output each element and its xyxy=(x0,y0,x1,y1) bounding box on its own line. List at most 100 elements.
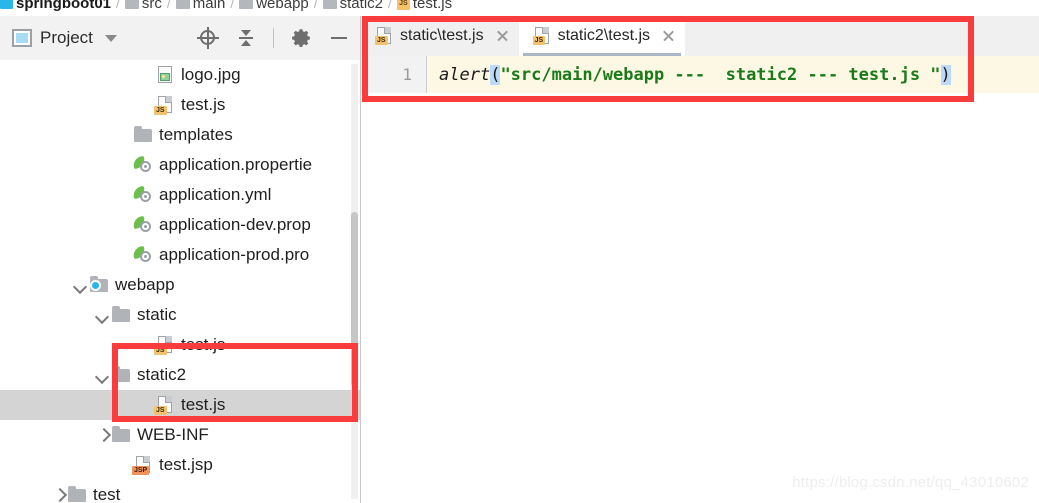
tree-item-label: application.propertie xyxy=(159,155,313,174)
breadcrumb-separator: / xyxy=(166,0,171,11)
tree-item-label: test.js xyxy=(181,395,226,414)
tree-item-test-js[interactable]: JS test.js xyxy=(0,90,360,120)
tree-item-label: test.js xyxy=(181,335,226,354)
tree-item-test-js[interactable]: JS test.js xyxy=(0,390,360,420)
breadcrumb-separator: / xyxy=(313,0,318,11)
folder-icon xyxy=(175,0,190,9)
code-line[interactable]: alert("src/main/webapp --- static2 --- t… xyxy=(427,56,1039,93)
tree-item-icon xyxy=(88,275,110,295)
folder-icon xyxy=(68,486,86,502)
tree-item-icon: JSP xyxy=(132,455,154,475)
gear-icon[interactable] xyxy=(290,27,312,49)
close-icon[interactable] xyxy=(495,29,509,43)
tree-item-label: test xyxy=(93,485,121,503)
tree-item-label: test.jsp xyxy=(159,455,213,474)
project-view-selector[interactable]: Project xyxy=(12,28,117,48)
tree-item-application-yml[interactable]: application.yml xyxy=(0,180,360,210)
js-badge: JS xyxy=(154,106,167,115)
breadcrumb-separator: / xyxy=(116,0,120,11)
breadcrumb-label: src xyxy=(141,0,162,12)
tree-item-application-dev-prop[interactable]: application-dev.prop xyxy=(0,210,360,240)
breadcrumb-label: main xyxy=(192,0,226,12)
tree-arrow-placeholder xyxy=(140,68,154,82)
breadcrumb-separator: / xyxy=(388,0,392,11)
tree-item-icon xyxy=(131,215,154,235)
tree-item-application-propertie[interactable]: application.propertie xyxy=(0,150,360,180)
breadcrumb-label: test.js xyxy=(412,0,453,12)
tree-item-test-js[interactable]: JS test.js xyxy=(0,330,360,360)
tree-item-icon xyxy=(110,425,132,445)
breadcrumb-item-webapp[interactable]: webapp xyxy=(239,0,309,12)
breadcrumb-item-module[interactable]: springboot01 xyxy=(0,0,111,12)
tree-item-label: application.yml xyxy=(159,185,272,204)
tree-item-test[interactable]: test xyxy=(0,480,360,503)
editor-tab-0[interactable]: JS static\test.js xyxy=(361,16,519,56)
tree-item-static[interactable]: static xyxy=(0,300,360,330)
tree-item-label: test.js xyxy=(181,95,226,114)
code-token-open-paren: ( xyxy=(490,64,501,85)
tree-item-test-jsp[interactable]: JSP test.jsp xyxy=(0,450,360,480)
watermark-text: https://blog.csdn.net/qq_43010602 xyxy=(792,474,1029,491)
web-folder-icon xyxy=(90,276,108,292)
project-panel: Project logo.jpg JS test.js templates ap… xyxy=(0,16,361,503)
js-file-icon: JS xyxy=(396,0,410,10)
tree-arrow-placeholder xyxy=(140,398,154,412)
tree-item-label: application-prod.pro xyxy=(159,245,310,264)
tree-item-web-inf[interactable]: WEB-INF xyxy=(0,420,360,450)
tree-item-icon xyxy=(131,185,154,205)
tree-arrow-placeholder xyxy=(118,158,132,172)
close-icon[interactable] xyxy=(661,29,675,43)
minimize-icon[interactable] xyxy=(328,27,350,49)
breadcrumb-item-src[interactable]: src xyxy=(124,0,162,12)
spring-file-icon xyxy=(131,155,153,173)
panel-title: Project xyxy=(40,28,93,47)
tree-arrow-placeholder xyxy=(140,338,154,352)
tree-item-static2[interactable]: static2 xyxy=(0,360,360,390)
editor-area: JS static\test.js JS static2\test.js 1 aler… xyxy=(361,16,1039,503)
folder-icon xyxy=(322,0,337,9)
editor-tab-1[interactable]: JS static2\test.js xyxy=(518,16,686,56)
tree-item-application-prod-pro[interactable]: application-prod.pro xyxy=(0,240,360,270)
chevron-right-icon[interactable] xyxy=(96,428,110,442)
js-badge: JS xyxy=(154,346,167,355)
breadcrumb-item-static2[interactable]: static2 xyxy=(322,0,383,12)
tree-item-label: webapp xyxy=(115,275,175,294)
spring-file-icon xyxy=(131,185,153,203)
editor-tabbar: JS static\test.js JS static2\test.js xyxy=(361,16,1039,57)
tree-item-label: logo.jpg xyxy=(181,65,241,84)
tree-item-icon xyxy=(110,365,132,385)
breadcrumb-item-main[interactable]: main xyxy=(175,0,226,12)
spring-file-icon xyxy=(131,245,153,263)
image-file-icon xyxy=(158,66,172,83)
folder-icon xyxy=(124,0,139,9)
locate-icon[interactable] xyxy=(197,27,219,49)
chevron-down-icon[interactable] xyxy=(96,308,110,322)
tree-arrow-placeholder xyxy=(118,458,132,472)
tree-item-templates[interactable]: templates xyxy=(0,120,360,150)
chevron-down-icon[interactable] xyxy=(96,368,110,382)
tree-item-logo-jpg[interactable]: logo.jpg xyxy=(0,60,360,90)
chevron-down-icon[interactable] xyxy=(74,278,88,292)
editor-tab-label: static\test.js xyxy=(400,27,484,44)
tree-item-label: application-dev.prop xyxy=(159,215,311,234)
project-tree[interactable]: logo.jpg JS test.js templates application.pr… xyxy=(0,60,360,503)
tree-item-label: templates xyxy=(159,125,233,144)
tree-item-icon: JS xyxy=(154,95,176,115)
folder-icon xyxy=(112,366,130,382)
tree-item-icon xyxy=(154,65,176,85)
folder-icon xyxy=(134,126,152,142)
chevron-down-icon[interactable] xyxy=(104,34,117,42)
folder-icon xyxy=(112,426,130,442)
folder-icon xyxy=(239,0,254,9)
breadcrumb-item-file[interactable]: JS test.js xyxy=(396,0,453,12)
tree-arrow-placeholder xyxy=(118,218,132,232)
chevron-right-icon[interactable] xyxy=(52,488,66,502)
js-file-icon: JS xyxy=(375,26,393,46)
toolbar-divider xyxy=(273,28,274,48)
collapse-all-icon[interactable] xyxy=(235,27,257,49)
ide-window: springboot01 / src / main / webapp / sta… xyxy=(0,0,1039,503)
project-panel-header: Project xyxy=(0,16,360,61)
tree-arrow-placeholder xyxy=(118,248,132,262)
tree-item-webapp[interactable]: webapp xyxy=(0,270,360,300)
editor-canvas[interactable]: https://blog.csdn.net/qq_43010602 xyxy=(361,93,1039,503)
